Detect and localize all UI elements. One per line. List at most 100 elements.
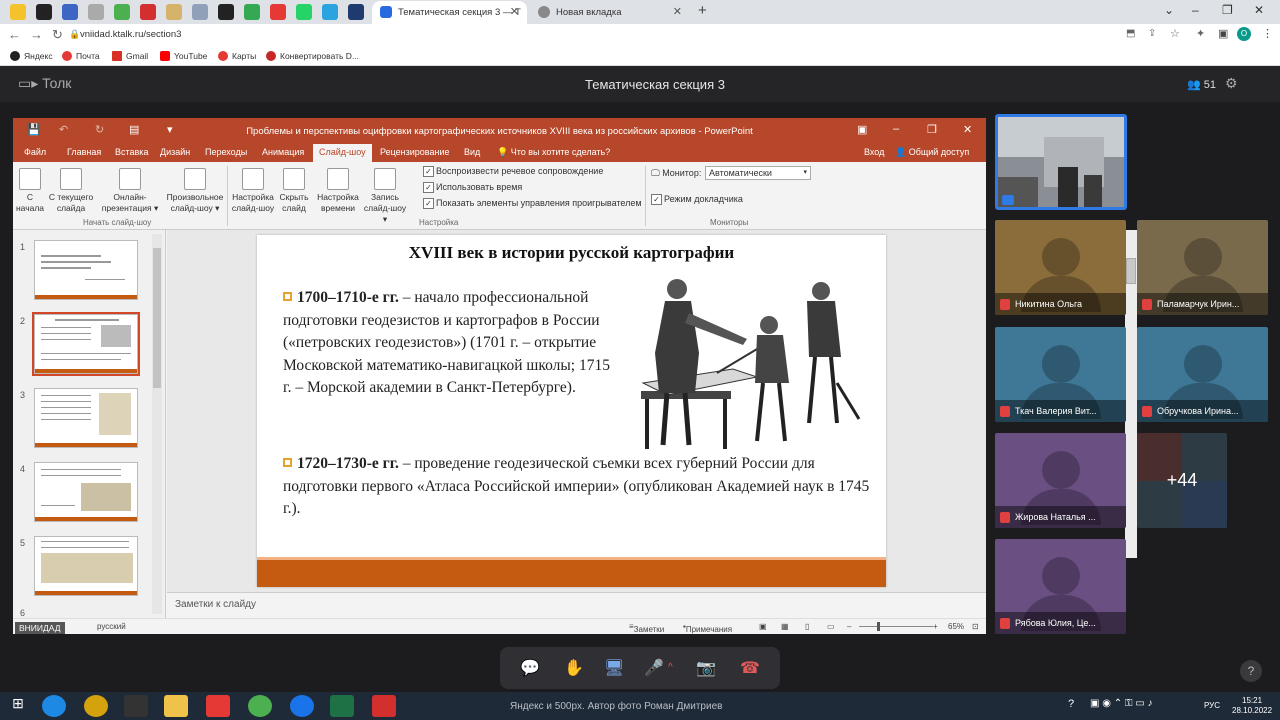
current-slide[interactable]: XVIII век в истории русской картографии …: [257, 235, 886, 587]
tab-insert[interactable]: Вставка: [115, 147, 148, 157]
monitor-select[interactable]: Автоматически ▾: [705, 166, 811, 180]
checkbox-narration[interactable]: Воспроизвести речевое сопровождение: [423, 166, 603, 177]
reload-icon[interactable]: ↻: [52, 27, 63, 43]
pinned-tab-icon[interactable]: [270, 4, 286, 20]
zoom-slider[interactable]: [859, 626, 933, 627]
tab-home[interactable]: Главная: [67, 147, 101, 157]
participants-count[interactable]: 👥 51: [1187, 78, 1216, 91]
menu-icon[interactable]: ⋮: [1262, 27, 1273, 40]
tab-transitions[interactable]: Переходы: [205, 147, 247, 157]
tray-icons[interactable]: ▣ ◉ ⌃ ⚿ ▭ ♪: [1090, 698, 1153, 709]
sorter-view-icon[interactable]: ▦: [781, 622, 789, 631]
app-icon[interactable]: [124, 695, 148, 717]
folder-icon[interactable]: [164, 695, 188, 717]
minimize-button[interactable]: –: [1192, 3, 1199, 17]
slide-thumb[interactable]: [34, 462, 138, 522]
ribbon-options-icon[interactable]: ▣: [857, 123, 867, 136]
bookmark-convert[interactable]: Конвертировать D...: [266, 51, 359, 61]
more-participants[interactable]: +44: [1137, 433, 1227, 528]
slideshow-view-icon[interactable]: ▭: [827, 622, 835, 631]
tab-review[interactable]: Рецензирование: [380, 147, 450, 157]
avatar[interactable]: О: [1237, 27, 1251, 41]
pinned-tab-icon[interactable]: [348, 4, 364, 20]
reading-view-icon[interactable]: ▯: [805, 622, 809, 631]
pinned-tab-icon[interactable]: [244, 4, 260, 20]
from-start-button[interactable]: Сначала: [15, 168, 45, 214]
comments-button[interactable]: ▪ Примечания: [683, 622, 732, 634]
pinned-tab-icon[interactable]: [114, 4, 130, 20]
pinned-tab-icon[interactable]: [140, 4, 156, 20]
participant-tile[interactable]: Рябова Юлия, Це...: [995, 539, 1126, 634]
tab-active[interactable]: Тематическая секция 3 — Т ✕: [372, 1, 527, 24]
back-icon[interactable]: ←: [8, 27, 21, 42]
bookmark-youtube[interactable]: YouTube: [160, 51, 207, 61]
lock-icon[interactable]: 🔒: [69, 29, 80, 40]
slide-thumb[interactable]: [34, 536, 138, 596]
custom-show-button[interactable]: Произвольное слайд-шоу ▾: [163, 168, 227, 214]
participant-tile[interactable]: Ткач Валерия Вит...: [995, 327, 1126, 422]
sidepanel-icon[interactable]: ▣: [1218, 27, 1228, 40]
checkbox-controls[interactable]: Показать элементы управления проигрывате…: [423, 198, 642, 209]
pinned-tab-icon[interactable]: [166, 4, 182, 20]
yandex-icon[interactable]: [206, 695, 230, 717]
slide-thumb[interactable]: [32, 312, 140, 376]
tab-animation[interactable]: Анимация: [262, 147, 304, 157]
participant-tile[interactable]: Жирова Наталья ...: [995, 433, 1126, 528]
new-tab-button[interactable]: +: [698, 2, 707, 19]
login-link[interactable]: Вход: [864, 147, 884, 157]
bookmark-mail[interactable]: Почта: [62, 51, 100, 61]
pinned-tab-icon[interactable]: [88, 4, 104, 20]
from-current-button[interactable]: С текущего слайда: [47, 168, 95, 214]
setup-button[interactable]: Настройка слайд-шоу: [229, 168, 277, 214]
checkbox-presenter[interactable]: Режим докладчика: [651, 194, 743, 205]
install-icon[interactable]: ⬒: [1126, 28, 1135, 39]
windows-start-icon[interactable]: ⊞: [6, 695, 30, 717]
star-icon[interactable]: ☆: [1170, 27, 1180, 40]
camera-off-icon[interactable]: 📷: [696, 658, 716, 678]
chevron-down-icon[interactable]: ⌄: [1164, 3, 1174, 17]
hangup-icon[interactable]: ☎: [740, 658, 760, 678]
restore-button[interactable]: ❐: [927, 123, 937, 136]
close-icon[interactable]: ✕: [673, 5, 682, 18]
input-language[interactable]: РУС: [1204, 701, 1220, 710]
thumbnail-scrollbar[interactable]: [152, 234, 162, 614]
tab-design[interactable]: Дизайн: [160, 147, 190, 157]
minimize-button[interactable]: –: [893, 123, 899, 135]
excel-icon[interactable]: [330, 695, 354, 717]
ie-icon[interactable]: [42, 695, 66, 717]
tab-file[interactable]: Файл: [24, 147, 46, 157]
participant-tile[interactable]: Обручкова Ирина...: [1137, 327, 1268, 422]
hide-slide-button[interactable]: Скрыть слайд: [277, 168, 311, 214]
help-button[interactable]: ?: [1240, 660, 1262, 682]
pinned-tab-icon[interactable]: [322, 4, 338, 20]
chevron-up-icon[interactable]: ^: [668, 662, 673, 673]
close-button[interactable]: ✕: [963, 123, 972, 136]
mic-off-icon[interactable]: 🎤: [644, 658, 664, 678]
extensions-icon[interactable]: ✦: [1196, 27, 1205, 40]
slide-thumb[interactable]: [34, 240, 138, 300]
zoom-thumb[interactable]: [877, 622, 880, 631]
screen-share-icon[interactable]: 🖥: [604, 658, 624, 678]
slide-scrollbar[interactable]: [1125, 230, 1137, 558]
maximize-button[interactable]: ❐: [1222, 3, 1233, 17]
acrobat-icon[interactable]: [372, 695, 396, 717]
record-button[interactable]: Запись слайд-шоу ▾: [361, 168, 409, 225]
notes-pane[interactable]: Заметки к слайду: [167, 592, 986, 618]
tab-slideshow[interactable]: Слайд-шоу: [313, 144, 372, 162]
language-indicator[interactable]: русский: [97, 622, 126, 631]
bookmark-gmail[interactable]: Gmail: [112, 51, 148, 61]
normal-view-icon[interactable]: ▣: [759, 622, 767, 631]
zoom-level[interactable]: 65%: [948, 622, 964, 631]
edge-icon[interactable]: [290, 695, 314, 717]
raise-hand-icon[interactable]: ✋: [564, 658, 584, 678]
fit-window-icon[interactable]: ⊡: [972, 622, 979, 631]
online-button[interactable]: Онлайн-презентация ▾: [99, 168, 161, 214]
url-field[interactable]: vniidad.ktalk.ru/section3: [80, 29, 181, 40]
tab-new[interactable]: Новая вкладка ✕: [530, 1, 690, 24]
bookmark-maps[interactable]: Карты: [218, 51, 256, 61]
tell-me-search[interactable]: 💡 Что вы хотите сделать?: [497, 147, 610, 158]
notes-button[interactable]: ≡ Заметки: [629, 622, 664, 634]
tab-view[interactable]: Вид: [464, 147, 480, 157]
speaker-video[interactable]: [995, 114, 1127, 210]
zoom-out-icon[interactable]: –: [847, 622, 851, 631]
